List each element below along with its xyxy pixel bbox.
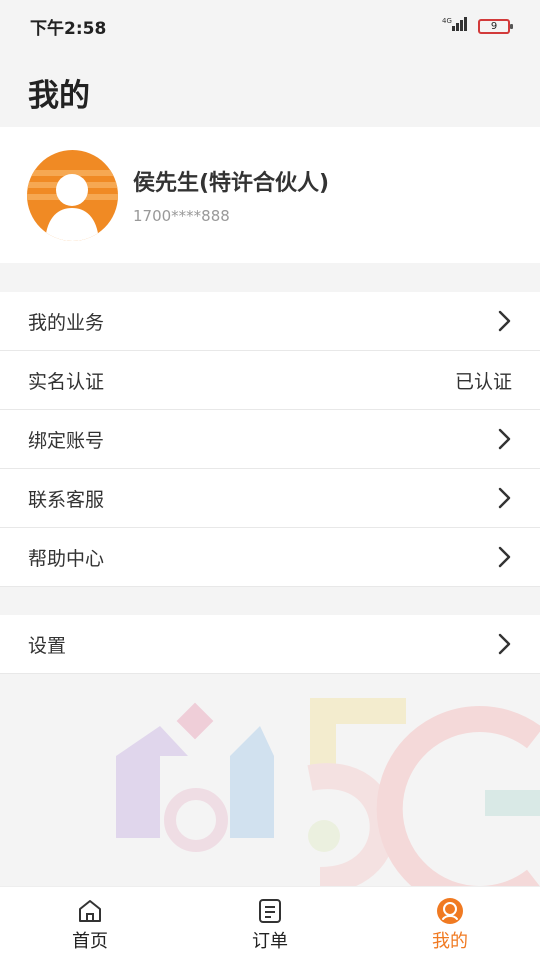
- menu-item-my-business[interactable]: 我的业务: [0, 292, 540, 351]
- profile-icon: [437, 898, 463, 924]
- network-label: 4G: [442, 17, 452, 25]
- menu-item-verification[interactable]: 实名认证 已认证: [0, 351, 540, 410]
- battery-icon: 9: [478, 18, 513, 34]
- nav-item-home[interactable]: 首页: [0, 887, 180, 960]
- chevron-right-icon: [498, 633, 511, 655]
- menu-group: 我的业务 实名认证 已认证 绑定账号 联系客服 帮助中心: [0, 292, 540, 587]
- menu-item-label: 实名认证: [28, 370, 105, 393]
- nav-item-mine[interactable]: 我的: [360, 887, 540, 960]
- status-time: 下午2:58: [30, 18, 107, 39]
- settings-group: 设置: [0, 615, 540, 674]
- battery-level: 9: [490, 20, 498, 32]
- verification-status: 已认证: [454, 370, 512, 393]
- menu-item-bind-account[interactable]: 绑定账号: [0, 410, 540, 469]
- home-icon: [79, 900, 101, 922]
- menu-item-settings[interactable]: 设置: [0, 615, 540, 674]
- profile-phone: 1700****888: [133, 207, 230, 225]
- chevron-right-icon: [498, 546, 511, 568]
- menu-item-customer-service[interactable]: 联系客服: [0, 469, 540, 528]
- page-title: 我的: [28, 78, 90, 114]
- menu-item-help-center[interactable]: 帮助中心: [0, 528, 540, 587]
- chevron-right-icon: [498, 310, 511, 332]
- avatar-person-icon: [27, 169, 118, 241]
- nav-label-orders: 订单: [252, 931, 288, 952]
- menu-item-label: 设置: [28, 634, 67, 657]
- signal-icon: 4G: [442, 16, 470, 36]
- nav-item-orders[interactable]: 订单: [180, 887, 360, 960]
- chevron-right-icon: [498, 487, 511, 509]
- profile-info: 侯先生(特许合伙人) 1700****888: [133, 165, 329, 225]
- profile-card[interactable]: 侯先生(特许合伙人) 1700****888: [0, 127, 540, 263]
- chevron-right-icon: [498, 428, 511, 450]
- bottom-nav: 首页 订单 我的: [0, 886, 540, 960]
- avatar[interactable]: [27, 149, 118, 241]
- menu-item-label: 绑定账号: [28, 429, 105, 452]
- order-icon: [259, 899, 281, 923]
- nav-label-home: 首页: [72, 931, 108, 952]
- menu-item-label: 我的业务: [28, 311, 105, 334]
- nav-label-mine: 我的: [432, 931, 468, 952]
- menu-item-label: 联系客服: [28, 488, 105, 511]
- status-indicators: 4G 9: [442, 16, 513, 36]
- menu-item-label: 帮助中心: [28, 547, 105, 570]
- watermark-5g-logo: [116, 698, 540, 886]
- profile-name: 侯先生(特许合伙人): [133, 171, 330, 196]
- status-bar: 下午2:58 4G 9: [0, 0, 540, 52]
